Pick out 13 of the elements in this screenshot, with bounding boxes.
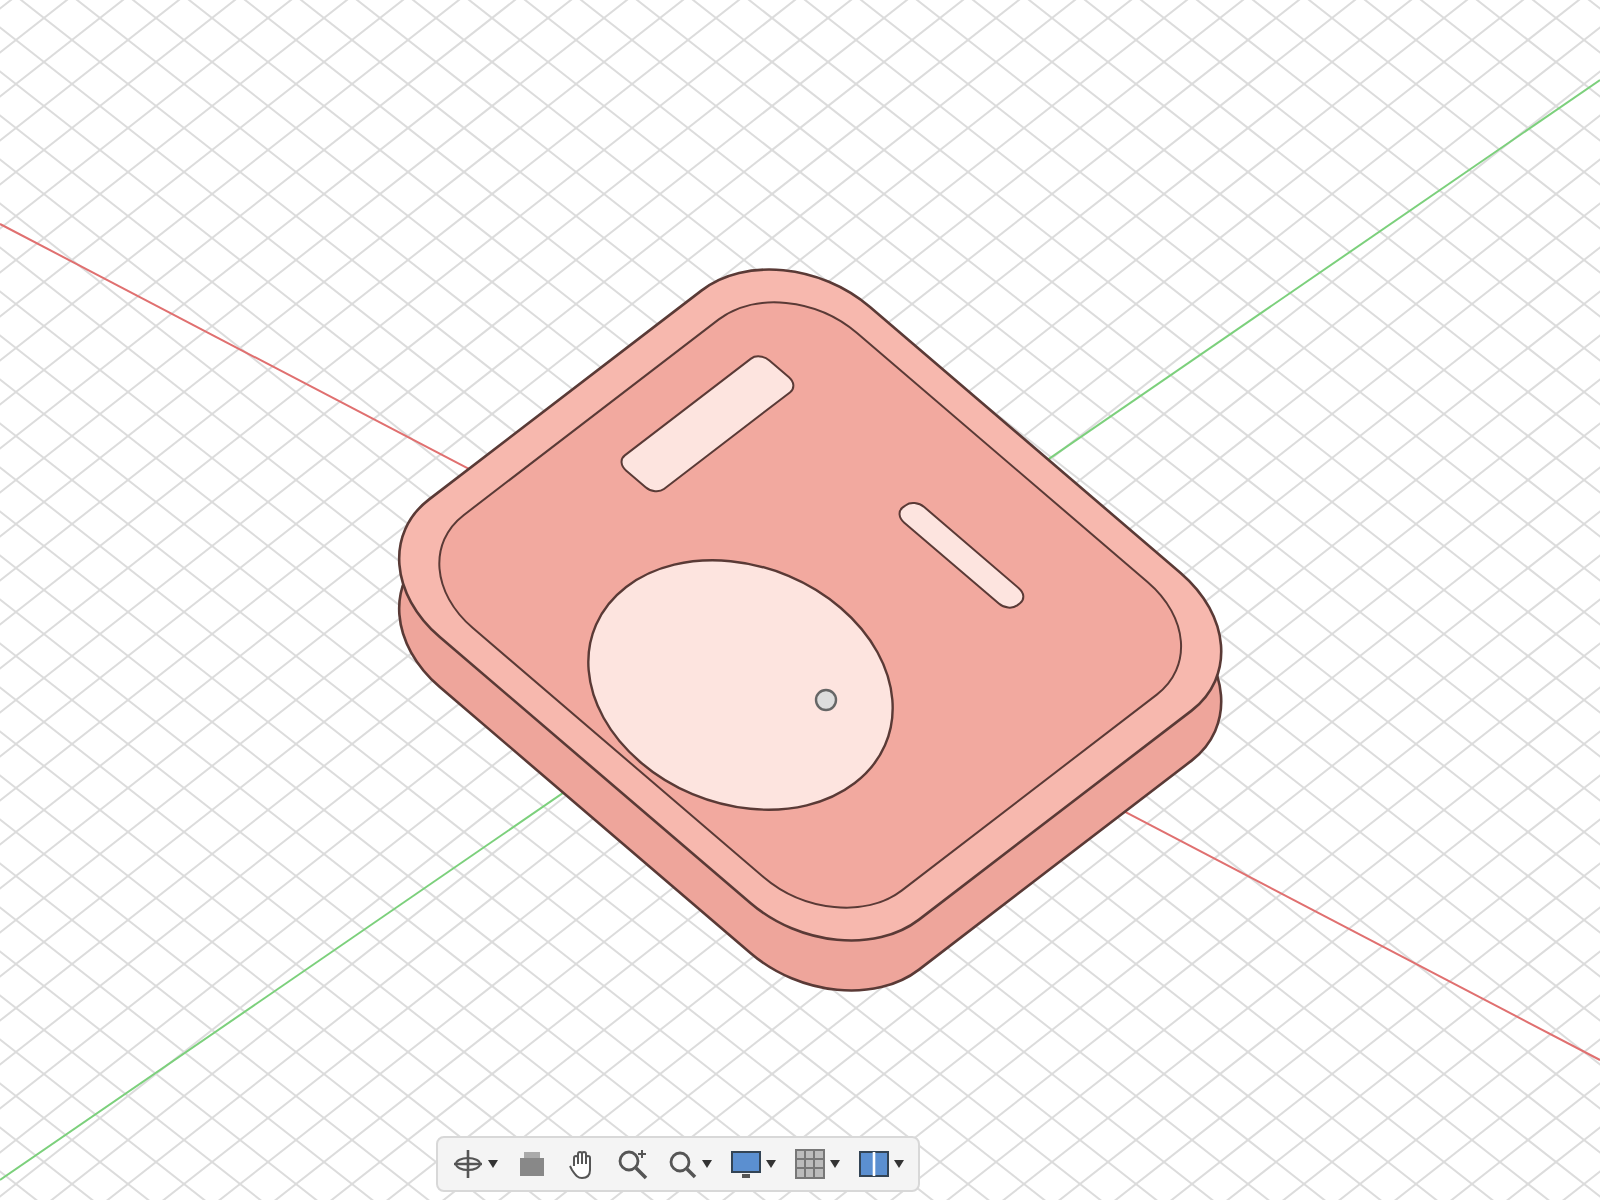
camera-icon (516, 1148, 548, 1180)
orbit-icon (452, 1148, 484, 1180)
caret-icon (488, 1160, 498, 1168)
split-panel-icon (858, 1148, 890, 1180)
magnifier-icon (666, 1148, 698, 1180)
caret-icon (830, 1160, 840, 1168)
caret-icon (702, 1160, 712, 1168)
zoom-plus-icon (616, 1148, 648, 1180)
monitor-icon (730, 1148, 762, 1180)
caret-icon (766, 1160, 776, 1168)
grid-icon (794, 1148, 826, 1180)
origin-marker-icon (814, 688, 838, 712)
caret-icon (894, 1160, 904, 1168)
